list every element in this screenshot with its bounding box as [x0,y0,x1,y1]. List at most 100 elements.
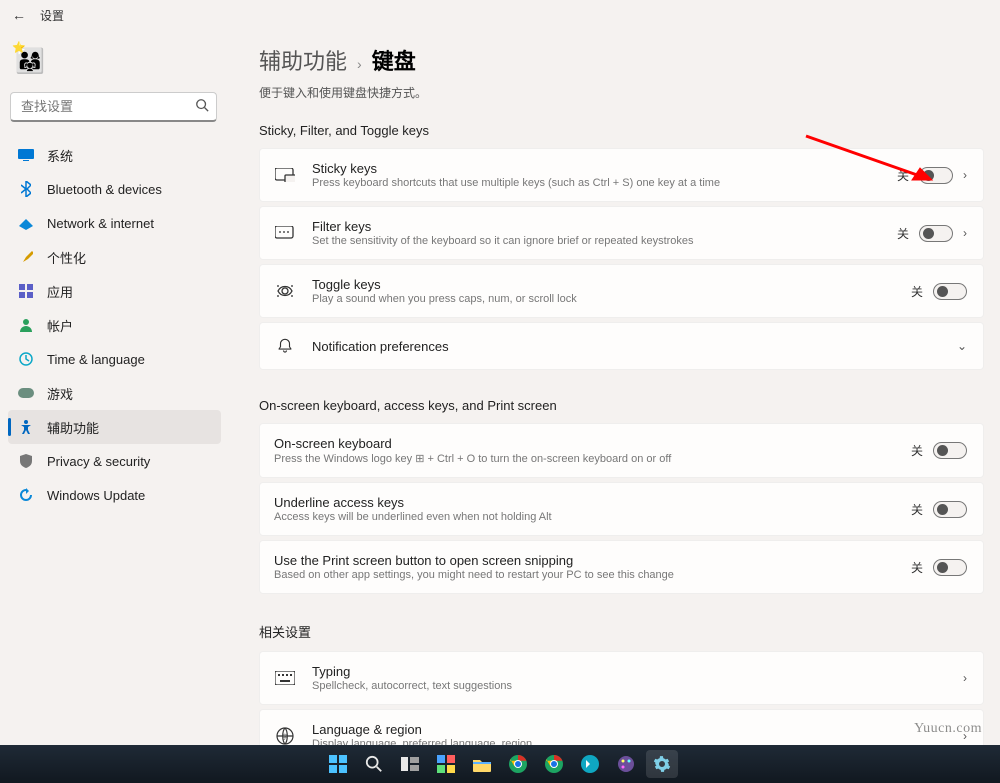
nav-item-label: Network & internet [47,216,154,231]
setting-card-on-screen-keyboard[interactable]: On-screen keyboard Press the Windows log… [259,423,984,478]
main-content: 辅助功能 › 键盘 便于键入和使用键盘快捷方式。 Sticky, Filter,… [225,30,1000,783]
card-title: Typing [312,664,947,679]
nav-item-label: Windows Update [47,488,145,503]
game-icon [18,385,34,401]
toggle-switch[interactable] [933,442,967,459]
card-icon [274,280,296,302]
section-title: Sticky, Filter, and Toggle keys [259,123,984,138]
monitor-icon [18,147,34,163]
person-icon [18,317,34,333]
chrome-icon[interactable] [502,750,534,778]
toggle-switch[interactable] [919,225,953,242]
chevron-right-icon: › [963,671,967,685]
shield-icon [18,453,34,469]
nav-item-game[interactable]: 游戏 [8,376,221,410]
setting-card-underline-access-keys[interactable]: Underline access keys Access keys will b… [259,482,984,536]
nav-item-label: 帐户 [47,316,73,335]
card-title: Use the Print screen button to open scre… [274,553,895,568]
card-title: Notification preferences [312,339,941,354]
nav-item-wifi[interactable]: Network & internet [8,206,221,240]
nav-item-update[interactable]: Windows Update [8,478,221,512]
nav-list: 系统 Bluetooth & devices Network & internet 个… [8,138,221,512]
card-description: Play a sound when you press caps, num, o… [312,293,895,305]
chevron-down-icon: ⌄ [957,339,967,353]
breadcrumb-parent[interactable]: 辅助功能 [259,44,347,76]
svg-text:字: 字 [282,733,288,741]
titlebar: ← 设置 [0,0,1000,30]
nav-item-label: 系统 [47,146,73,165]
start-button[interactable] [322,750,354,778]
sidebar: 系统 Bluetooth & devices Network & internet 个… [0,30,225,783]
nav-item-apps[interactable]: 应用 [8,274,221,308]
taskbar-search-icon[interactable] [358,750,390,778]
toggle-switch[interactable] [933,283,967,300]
toggle-state-label: 关 [897,225,909,242]
card-description: Access keys will be underlined even when… [274,511,895,523]
widgets-icon[interactable] [430,750,462,778]
bluetooth-icon [18,181,34,197]
setting-card-filter-keys[interactable]: Filter keys Set the sensitivity of the k… [259,206,984,260]
toggle-state-label: 关 [897,167,909,184]
chevron-right-icon: › [963,226,967,240]
chevron-right-icon: › [963,729,967,743]
apps-icon [18,283,34,299]
file-explorer-icon[interactable] [466,750,498,778]
nav-item-bluetooth[interactable]: Bluetooth & devices [8,172,221,206]
nav-item-label: Bluetooth & devices [47,182,162,197]
card-description: Set the sensitivity of the keyboard so i… [312,235,881,247]
card-icon [274,164,296,186]
search-input[interactable] [10,92,217,122]
setting-card-sticky-keys[interactable]: Sticky keys Press keyboard shortcuts tha… [259,148,984,202]
nav-item-person[interactable]: 帐户 [8,308,221,342]
card-description: Based on other app settings, you might n… [274,569,895,581]
clock-icon [18,351,34,367]
taskbar [0,745,1000,783]
chevron-right-icon: › [357,56,362,72]
card-icon [274,222,296,244]
user-avatar[interactable] [14,42,52,80]
card-title: Language & region [312,722,947,737]
page-subtitle: 便于键入和使用键盘快捷方式。 [259,84,984,101]
nav-item-monitor[interactable]: 系统 [8,138,221,172]
settings-taskbar-icon[interactable] [646,750,678,778]
chrome-icon-2[interactable] [538,750,570,778]
toggle-state-label: 关 [911,283,923,300]
toggle-switch[interactable] [933,559,967,576]
back-icon[interactable]: ← [12,7,26,23]
wifi-icon [18,215,34,231]
accessibility-icon [18,419,34,435]
toggle-switch[interactable] [933,501,967,518]
section-title: 相关设置 [259,622,984,641]
nav-item-label: 游戏 [47,384,73,403]
bell-icon [274,335,296,357]
palette-icon[interactable] [610,750,642,778]
nav-item-clock[interactable]: Time & language [8,342,221,376]
toggle-switch[interactable] [919,167,953,184]
setting-card-use-the-print-screen-button-to-open-screen-snipping[interactable]: Use the Print screen button to open scre… [259,540,984,594]
nav-item-label: Time & language [47,352,145,367]
nav-item-accessibility[interactable]: 辅助功能 [8,410,221,444]
card-title: Underline access keys [274,495,895,510]
search-box [10,92,217,122]
browser-icon[interactable] [574,750,606,778]
chevron-right-icon: › [963,168,967,182]
nav-item-label: 应用 [47,282,73,301]
brush-icon [18,249,34,265]
nav-item-brush[interactable]: 个性化 [8,240,221,274]
setting-card-toggle-keys[interactable]: Toggle keys Play a sound when you press … [259,264,984,318]
card-title: Sticky keys [312,161,881,176]
related-card-typing[interactable]: Typing Spellcheck, autocorrect, text sug… [259,651,984,705]
card-title: On-screen keyboard [274,436,895,451]
notification-preferences-card[interactable]: Notification preferences ⌄ [259,322,984,370]
task-view-icon[interactable] [394,750,426,778]
card-description: Press the Windows logo key ⊞ + Ctrl + O … [274,452,895,465]
toggle-state-label: 关 [911,559,923,576]
card-description: Spellcheck, autocorrect, text suggestion… [312,680,947,692]
toggle-state-label: 关 [911,501,923,518]
card-title: Filter keys [312,219,881,234]
card-title: Toggle keys [312,277,895,292]
nav-item-shield[interactable]: Privacy & security [8,444,221,478]
nav-item-label: 个性化 [47,248,86,267]
toggle-state-label: 关 [911,442,923,459]
update-icon [18,487,34,503]
